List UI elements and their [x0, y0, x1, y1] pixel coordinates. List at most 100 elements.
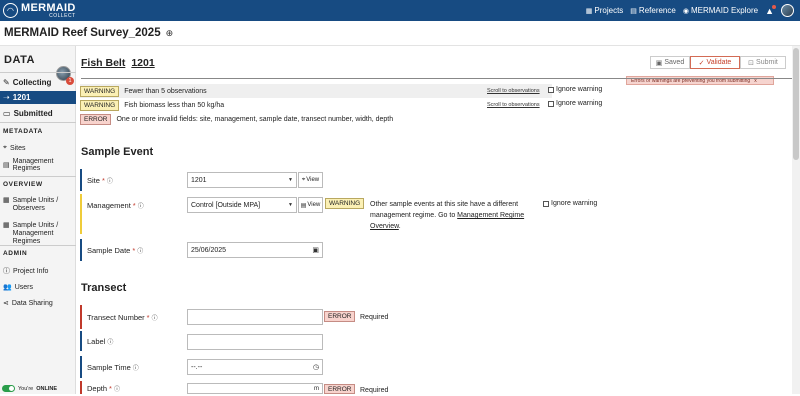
- save-icon: ▣: [655, 59, 663, 67]
- user-avatar[interactable]: [781, 4, 794, 17]
- sidebar-divider: [0, 245, 76, 246]
- site-field: Site * ⓘ: [80, 169, 640, 191]
- notifications-bell-icon[interactable]: ▲: [765, 4, 776, 16]
- sidebar-item-data-sharing[interactable]: ⋖ Data Sharing: [0, 298, 76, 308]
- sidebar: DATA 1 ✎ Collecting ➝ 1201 ▭ Submitted META…: [0, 46, 76, 394]
- sample-time-input[interactable]: --.-- ◷: [187, 359, 323, 375]
- globe-icon[interactable]: ⊕: [166, 28, 174, 39]
- sidebar-item-su-observers[interactable]: ▦ Sample Units / Observers: [0, 197, 76, 215]
- site-label: Site * ⓘ: [87, 176, 113, 185]
- sample-time-field: Sample Time ⓘ: [80, 356, 640, 378]
- nav-explore[interactable]: ◉ MERMAID Explore: [683, 6, 758, 15]
- header-divider: [81, 78, 796, 79]
- depth-error-text: Required: [360, 387, 389, 394]
- ignore-warning-checkbox[interactable]: Ignore warning: [548, 100, 602, 107]
- sidebar-divider: [0, 176, 76, 177]
- sidebar-item-submitted[interactable]: ▭ Submitted: [0, 106, 76, 120]
- validation-message: Fish biomass less than 50 kg/ha: [124, 101, 225, 109]
- depth-unit: m: [314, 385, 319, 392]
- sidebar-divider: [0, 72, 76, 73]
- validate-button[interactable]: ✓ Validate: [690, 56, 740, 69]
- globe-icon: ◉: [682, 7, 689, 15]
- overview-icon: ▦: [3, 222, 10, 229]
- project-header: MERMAID Reef Survey_2025 ⊕: [0, 21, 800, 46]
- clock-icon[interactable]: ◷: [313, 363, 319, 371]
- chevron-down-icon: ▼: [288, 177, 293, 183]
- info-icon[interactable]: ⓘ: [152, 313, 158, 322]
- sidebar-item-management-regimes[interactable]: ▤ Management Regimes: [0, 158, 76, 172]
- sidebar-item-project-info[interactable]: ⓘ Project Info: [0, 266, 76, 276]
- calendar-icon[interactable]: ▣: [312, 246, 319, 254]
- checkbox[interactable]: [543, 200, 549, 207]
- info-icon[interactable]: ⓘ: [114, 384, 120, 393]
- info-icon[interactable]: ⓘ: [107, 337, 113, 346]
- label-label: Label ⓘ: [87, 337, 114, 346]
- share-icon: ⋖: [3, 300, 9, 307]
- info-icon[interactable]: ⓘ: [137, 246, 143, 255]
- management-select[interactable]: Control [Outside MPA] ▼: [187, 197, 297, 213]
- online-status: You're ONLINE: [2, 385, 57, 392]
- sidebar-admin-heading: ADMIN: [3, 250, 28, 257]
- warning-badge: WARNING: [80, 99, 120, 111]
- label-field: Label ⓘ: [80, 331, 640, 351]
- document-icon: ▤: [300, 202, 307, 209]
- sample-date-label: Sample Date * ⓘ: [87, 246, 144, 255]
- info-icon[interactable]: ⓘ: [107, 176, 113, 185]
- sample-date-input[interactable]: 25/06/2025 ▣: [187, 242, 323, 258]
- submitted-icon: ▭: [3, 108, 11, 118]
- submit-icon: ⊡: [748, 59, 755, 67]
- online-toggle[interactable]: [2, 385, 15, 392]
- depth-label: Depth * ⓘ: [87, 384, 120, 393]
- ignore-warning-checkbox[interactable]: Ignore warning: [548, 86, 602, 93]
- page-scrollbar[interactable]: [792, 46, 800, 394]
- submit-steps: ▣ Saved ✓ Validate ⊡ Submit: [650, 56, 786, 69]
- validation-row: ERROR One or more invalid fields: site, …: [80, 112, 620, 126]
- transect-number-label: Transect Number * ⓘ: [87, 313, 158, 322]
- reference-icon: ▤: [630, 7, 637, 15]
- checkbox[interactable]: [548, 86, 554, 93]
- sidebar-item-su-management[interactable]: ▦ Sample Units / Management Regimes: [0, 222, 76, 245]
- submit-button[interactable]: ⊡ Submit: [740, 56, 786, 69]
- info-icon[interactable]: ⓘ: [133, 363, 139, 372]
- sidebar-item-active-record[interactable]: ➝ 1201: [0, 91, 76, 104]
- sidebar-item-sites[interactable]: ⌖ Sites: [0, 143, 76, 153]
- scrollbar-thumb[interactable]: [793, 48, 799, 160]
- overview-icon: ▦: [3, 197, 10, 204]
- sidebar-item-users[interactable]: 👥 Users: [0, 282, 76, 292]
- validation-row: WARNING Fewer than 5 observations: [80, 84, 552, 98]
- scroll-to-observations-link[interactable]: Scroll to observations: [487, 102, 540, 108]
- transect-number-input[interactable]: [187, 309, 323, 325]
- site-select[interactable]: 1201 ▼: [187, 172, 297, 188]
- location-icon: ⌖: [301, 176, 306, 183]
- mermaid-logo[interactable]: ◠ MERMAID COLLECT: [3, 2, 76, 19]
- sidebar-item-collecting[interactable]: ✎ Collecting: [0, 75, 76, 89]
- project-title: MERMAID Reef Survey_2025: [4, 27, 161, 39]
- view-site-button[interactable]: ⌖ View: [298, 172, 323, 188]
- scroll-to-observations-link[interactable]: Scroll to observations: [487, 88, 540, 94]
- sample-time-label: Sample Time ⓘ: [87, 363, 139, 372]
- depth-input[interactable]: m: [187, 383, 323, 394]
- nav-projects[interactable]: ▦ Projects: [586, 6, 624, 15]
- warning-badge: WARNING: [80, 85, 120, 97]
- main-content: Fish Belt 1201 ▣ Saved ✓ Validate ⊡ Submit E…: [76, 46, 796, 394]
- depth-error-badge: ERROR: [324, 384, 356, 394]
- info-icon[interactable]: ⓘ: [138, 201, 144, 210]
- nav-reference[interactable]: ▤ Reference: [630, 6, 676, 15]
- label-input[interactable]: [187, 334, 323, 350]
- ignore-management-warning-checkbox[interactable]: Ignore warning: [543, 200, 597, 207]
- view-management-button[interactable]: ▤ View: [298, 197, 323, 213]
- validation-row: WARNING Fish biomass less than 50 kg/ha: [80, 98, 552, 112]
- checkbox[interactable]: [548, 100, 554, 107]
- record-title: Fish Belt 1201: [81, 57, 155, 69]
- error-badge: ERROR: [80, 113, 112, 125]
- management-warning-badge: WARNING: [325, 198, 365, 209]
- validation-message: One or more invalid fields: site, manage…: [116, 115, 394, 123]
- projects-icon: ▦: [585, 7, 593, 15]
- sidebar-data-heading: DATA: [4, 54, 35, 66]
- top-navbar: ◠ MERMAID COLLECT ▦ Projects ▤ Reference ◉…: [0, 0, 800, 21]
- info-icon: ⓘ: [3, 268, 10, 275]
- sidebar-divider: [0, 122, 76, 123]
- sidebar-metadata-heading: METADATA: [3, 128, 43, 135]
- sidebar-overview-heading: OVERVIEW: [3, 181, 43, 188]
- transect-number-error-badge: ERROR: [324, 311, 356, 322]
